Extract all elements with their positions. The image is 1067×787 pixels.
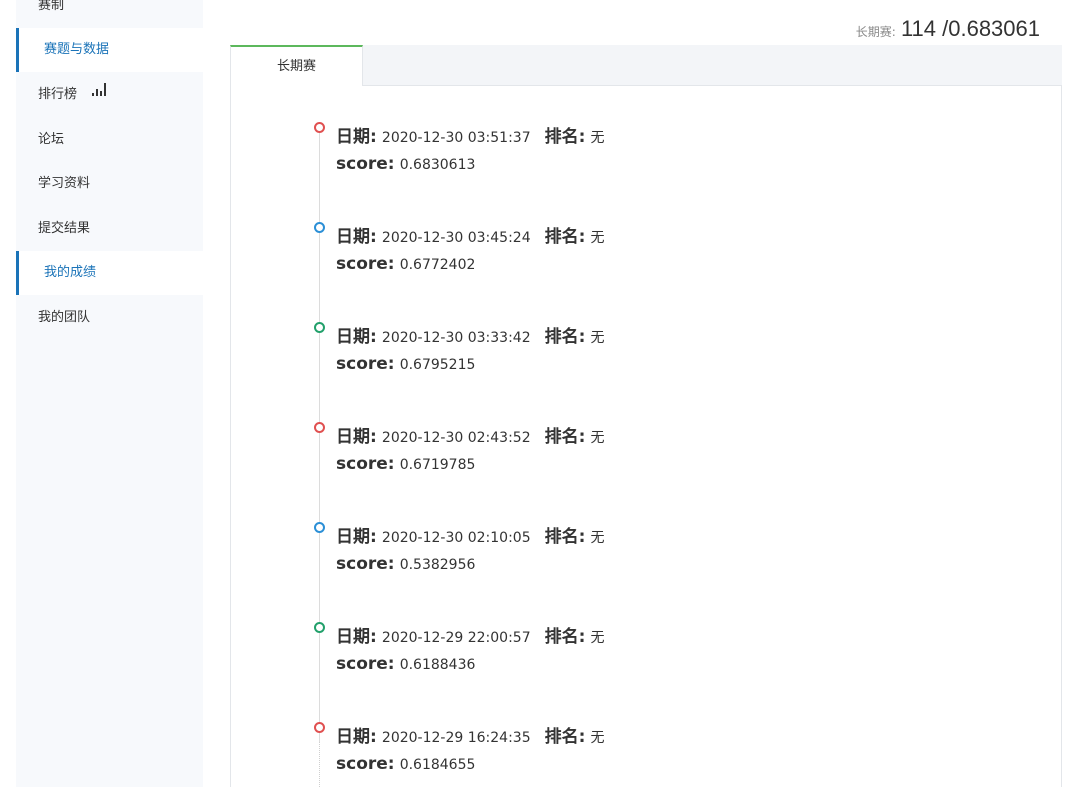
entry-date-rank-row: 日期: 2020-12-29 16:24:35 排名: 无 — [336, 722, 605, 747]
timeline-entry: 日期: 2020-12-30 02:10:05 排名: 无 score: 0.538… — [231, 522, 1031, 622]
entry-score-row: score: 0.6188436 — [336, 654, 475, 674]
entry-score-row: score: 0.6184655 — [336, 754, 475, 774]
sidebar: 赛制 赛题与数据 排行榜 论坛 学习资料 提交结果 我的成绩 我的团队 — [16, 0, 203, 787]
sidebar-item-my-scores[interactable]: 我的成绩 — [16, 251, 203, 295]
sidebar-item-label: 我的团队 — [38, 310, 91, 325]
entry-score-row: score: 0.6830613 — [336, 154, 475, 174]
sidebar-item-problem-data[interactable]: 赛题与数据 — [16, 28, 203, 72]
tab-long-term[interactable]: 长期赛 — [230, 45, 363, 86]
timeline-entry: 日期: 2020-12-30 03:33:42 排名: 无 score: 0.679… — [231, 322, 1031, 422]
results-panel: 日期: 2020-12-30 03:51:37 排名: 无 score: 0.683… — [230, 86, 1062, 787]
entry-date-rank-row: 日期: 2020-12-30 02:10:05 排名: 无 — [336, 522, 605, 547]
score-label: score: — [336, 454, 395, 474]
long-term-stat: 长期赛: 114 /0.683061 — [856, 16, 1040, 42]
rank-label: 排名: — [544, 227, 586, 247]
sidebar-item-label: 赛题与数据 — [44, 42, 110, 57]
date-label: 日期: — [336, 727, 377, 747]
entry-rank: 无 — [590, 230, 605, 246]
entry-date-rank-row: 日期: 2020-12-29 22:00:57 排名: 无 — [336, 622, 605, 647]
page: 赛制 赛题与数据 排行榜 论坛 学习资料 提交结果 我的成绩 我的团队 长期赛:… — [0, 0, 1067, 787]
timeline-entry: 日期: 2020-12-29 16:24:35 排名: 无 score: 0.618… — [231, 722, 1031, 787]
timeline-dot-icon — [314, 322, 325, 333]
sidebar-item-label: 我的成绩 — [44, 265, 97, 280]
entry-score-row: score: 0.5382956 — [336, 554, 475, 574]
entry-date-rank-row: 日期: 2020-12-30 03:33:42 排名: 无 — [336, 322, 605, 347]
timeline-dot-icon — [314, 122, 325, 133]
entry-date: 2020-12-30 02:10:05 — [381, 530, 531, 546]
timeline-entry: 日期: 2020-12-30 03:45:24 排名: 无 score: 0.677… — [231, 222, 1031, 322]
date-label: 日期: — [336, 427, 377, 447]
rank-label: 排名: — [544, 727, 586, 747]
date-label: 日期: — [336, 527, 377, 547]
sidebar-item-label: 赛制 — [38, 0, 65, 13]
entry-score: 0.6795215 — [399, 357, 476, 373]
entry-date: 2020-12-29 16:24:35 — [381, 730, 531, 746]
entry-score: 0.6184655 — [399, 757, 476, 773]
sidebar-item-leaderboard[interactable]: 排行榜 — [16, 73, 203, 117]
sidebar-item-rules[interactable]: 赛制 — [16, 0, 203, 28]
entry-date-rank-row: 日期: 2020-12-30 03:45:24 排名: 无 — [336, 222, 605, 247]
entry-score-row: score: 0.6772402 — [336, 254, 475, 274]
date-label: 日期: — [336, 127, 377, 147]
timeline-entry: 日期: 2020-12-30 02:43:52 排名: 无 score: 0.671… — [231, 422, 1031, 522]
score-label: score: — [336, 154, 395, 174]
rank-label: 排名: — [544, 427, 586, 447]
entry-rank: 无 — [590, 130, 605, 146]
entry-date: 2020-12-30 02:43:52 — [381, 430, 531, 446]
entry-rank: 无 — [590, 730, 605, 746]
entry-score: 0.6772402 — [399, 257, 476, 273]
score-label: score: — [336, 654, 395, 674]
score-label: score: — [336, 354, 395, 374]
entry-date-rank-row: 日期: 2020-12-30 02:43:52 排名: 无 — [336, 422, 605, 447]
entry-date: 2020-12-30 03:33:42 — [381, 330, 531, 346]
timeline-dot-icon — [314, 522, 325, 533]
entry-date: 2020-12-29 22:00:57 — [381, 630, 531, 646]
timeline-dot-icon — [314, 222, 325, 233]
bar-chart-icon — [91, 71, 107, 115]
sidebar-item-label: 论坛 — [38, 132, 65, 147]
entry-score: 0.6188436 — [399, 657, 476, 673]
rank-label: 排名: — [544, 627, 586, 647]
score-label: score: — [336, 254, 395, 274]
entry-rank: 无 — [590, 630, 605, 646]
rank-label: 排名: — [544, 127, 586, 147]
rank-label: 排名: — [544, 527, 586, 547]
timeline-dot-icon — [314, 622, 325, 633]
tab-bar: 长期赛 — [230, 45, 1062, 86]
entry-date: 2020-12-30 03:51:37 — [381, 130, 531, 146]
sidebar-item-label: 学习资料 — [38, 176, 91, 191]
entry-score-row: score: 0.6795215 — [336, 354, 475, 374]
sidebar-item-forum[interactable]: 论坛 — [16, 118, 203, 162]
entry-rank: 无 — [590, 430, 605, 446]
timeline-entry: 日期: 2020-12-29 22:00:57 排名: 无 score: 0.618… — [231, 622, 1031, 722]
timeline-dot-icon — [314, 722, 325, 733]
entry-date-rank-row: 日期: 2020-12-30 03:51:37 排名: 无 — [336, 122, 605, 147]
date-label: 日期: — [336, 227, 377, 247]
sidebar-item-learning-materials[interactable]: 学习资料 — [16, 162, 203, 206]
sidebar-item-label: 提交结果 — [38, 221, 91, 236]
date-label: 日期: — [336, 327, 377, 347]
sidebar-item-submit-results[interactable]: 提交结果 — [16, 207, 203, 251]
date-label: 日期: — [336, 627, 377, 647]
entry-score: 0.5382956 — [399, 557, 476, 573]
entry-rank: 无 — [590, 530, 605, 546]
entry-date: 2020-12-30 03:45:24 — [381, 230, 531, 246]
timeline-dot-icon — [314, 422, 325, 433]
sidebar-item-label: 排行榜 — [38, 87, 78, 102]
entry-score-row: score: 0.6719785 — [336, 454, 475, 474]
timeline-entry: 日期: 2020-12-30 03:51:37 排名: 无 score: 0.683… — [231, 122, 1031, 222]
entry-score: 0.6830613 — [399, 157, 476, 173]
stat-value: 114 /0.683061 — [900, 16, 1040, 41]
score-label: score: — [336, 554, 395, 574]
sidebar-item-my-team[interactable]: 我的团队 — [16, 296, 203, 340]
stat-label: 长期赛: — [855, 25, 896, 39]
entry-score: 0.6719785 — [399, 457, 476, 473]
entry-rank: 无 — [590, 330, 605, 346]
rank-label: 排名: — [544, 327, 586, 347]
score-label: score: — [336, 754, 395, 774]
